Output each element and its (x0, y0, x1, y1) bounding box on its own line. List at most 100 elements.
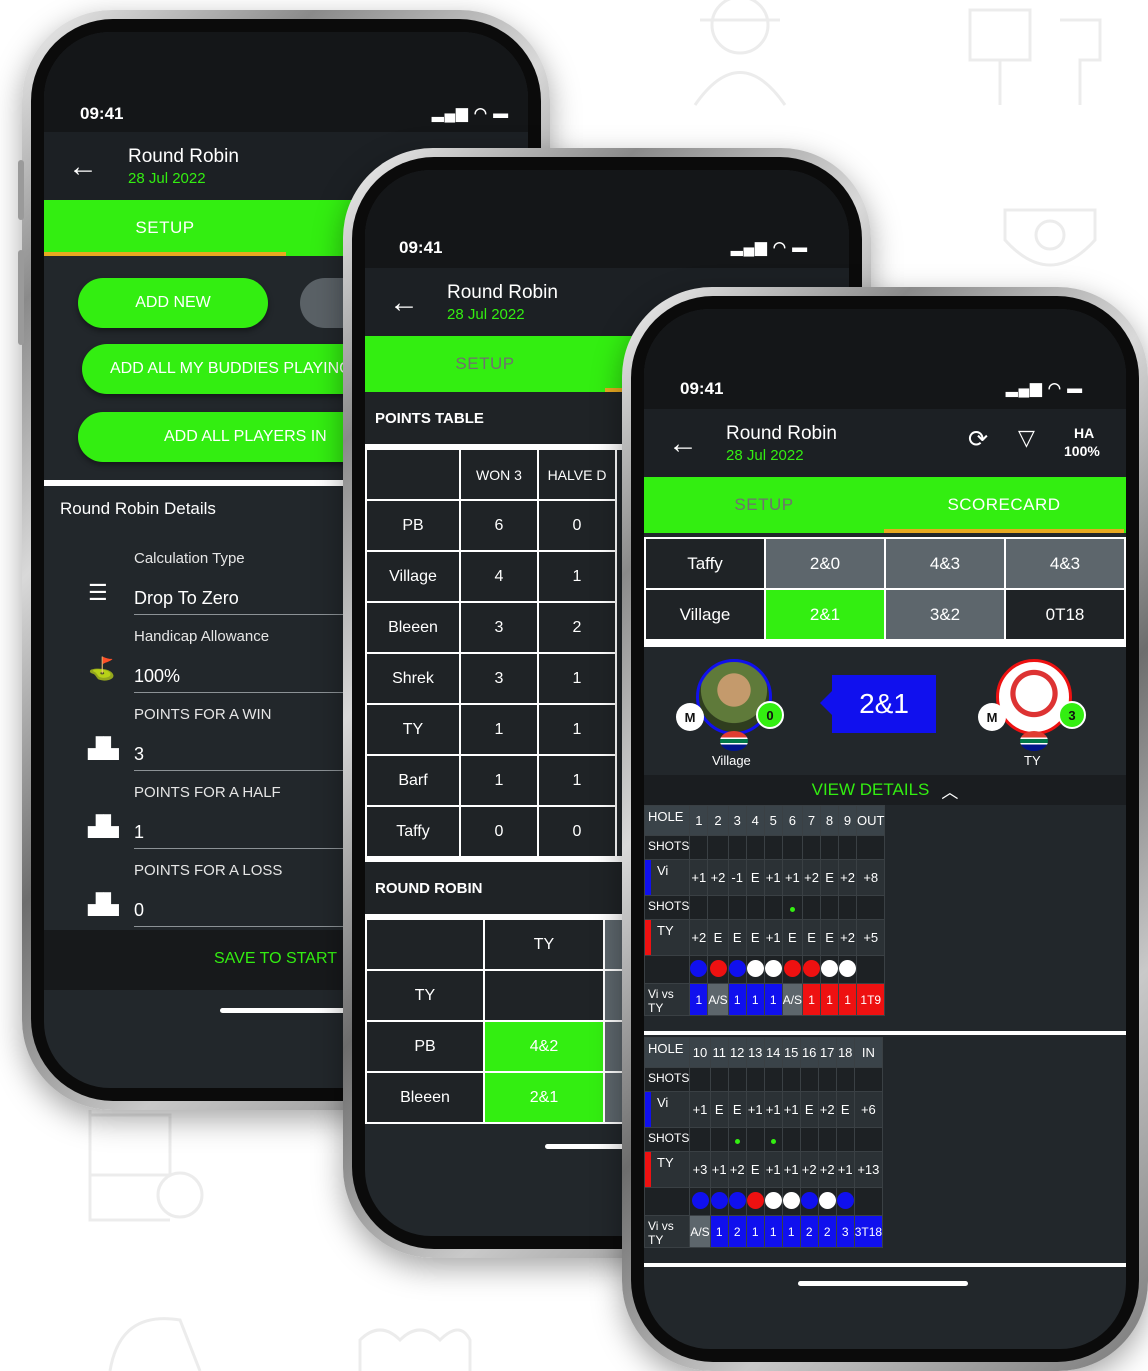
points-table-title: POINTS TABLE (375, 410, 484, 427)
hole-label: HOLE (644, 1037, 691, 1068)
shots-row: SHOTS (644, 835, 886, 860)
handicap-allowance-field[interactable]: 100% (134, 666, 180, 687)
shots-row: SHOTS (644, 1067, 884, 1092)
field-label: POINTS FOR A HALF (134, 784, 281, 801)
result-dots-row (644, 1187, 884, 1216)
hole-result-dot (783, 959, 801, 977)
score-cell: +1 (709, 1151, 729, 1188)
match-status-cell: 2 (799, 1215, 819, 1248)
score-cell: E (727, 1091, 747, 1128)
back-arrow-icon[interactable]: ← (668, 429, 698, 459)
score-cell: +1 (781, 1151, 801, 1188)
tab-scorecard[interactable]: SCORECARD (884, 477, 1124, 533)
table-row: Village 2&1 3&2 0T18 (644, 588, 1126, 641)
tab-setup[interactable]: SETUP (365, 336, 605, 392)
hole-row: HOLE 10 11 12 13 14 15 16 17 18 IN (644, 1037, 884, 1068)
score-row: Vi +1 +2 -1 E +1 +1 +2 E +2 +8 (644, 859, 886, 896)
add-new-button[interactable]: ADD NEW (78, 278, 268, 328)
background-trophy-icon (1003, 208, 1097, 267)
field-label: POINTS FOR A LOSS (134, 862, 283, 879)
hole-result-dot (764, 1191, 782, 1209)
stroke-dot (734, 1138, 740, 1144)
match-status-cell: 1 (763, 983, 783, 1016)
back-arrow-icon[interactable]: ← (68, 152, 98, 182)
score-cell: E (820, 859, 840, 896)
points-half-field[interactable]: 1 (134, 822, 144, 843)
match-status-cell: 2 (817, 1215, 837, 1248)
hole-label: HOLE (644, 805, 691, 836)
score-cell: E (709, 1091, 729, 1128)
status-time: 09:41 (680, 379, 724, 398)
score-cell: +2 (817, 1151, 837, 1188)
shots-row: SHOTS (644, 1127, 884, 1152)
hole-result-dot (821, 959, 839, 977)
save-button[interactable]: SAVE TO START (214, 950, 337, 968)
hole-result-dot (746, 959, 764, 977)
points-loss-field[interactable]: 0 (134, 900, 144, 921)
table-row: TY 1 1 (365, 703, 617, 756)
hole-number: 10 (689, 1037, 711, 1068)
status-icons: ▂▄▆ ◠ ▬ (731, 239, 809, 256)
hole-number: 4 (745, 805, 765, 836)
hole-result-dot (800, 1191, 818, 1209)
score-cell: +2 (799, 1151, 819, 1188)
score-cell: +2 (838, 859, 858, 896)
back-arrow-icon[interactable]: ← (389, 288, 419, 318)
background-golfer-icon (693, 0, 787, 106)
match-status-cell: 1 (763, 1215, 783, 1248)
shots-row: SHOTS (644, 895, 886, 920)
score-cell: +2 (689, 919, 709, 956)
points-table: WON 3 HALVE D PB 6 0 Village 4 1 Bleeen 3 2 Sh… (365, 448, 617, 858)
stroke-dot (789, 906, 795, 912)
view-details-toggle[interactable]: VIEW DETAILS ︿ (644, 775, 1126, 805)
podium-icon: ▟▙ (88, 738, 119, 760)
flag-icon (720, 731, 748, 751)
vs-label: Vi vs TY (644, 983, 691, 1016)
hole-number: 6 (781, 805, 804, 836)
left-player-score: 0 (756, 701, 784, 729)
hole-number: 9 (838, 805, 858, 836)
refresh-icon[interactable]: ⟳ (968, 425, 988, 454)
right-player-score: 3 (1058, 701, 1086, 729)
points-win-field[interactable]: 3 (134, 744, 144, 765)
hole-number: 3 (727, 805, 747, 836)
table-row: Shrek 3 1 (365, 652, 617, 705)
hole-number: 11 (709, 1037, 729, 1068)
hole-number: 18 (835, 1037, 855, 1068)
calculation-type-select[interactable]: Drop To Zero (134, 588, 239, 609)
match-status-cell: A/S (781, 983, 804, 1016)
phone-scorecard: 09:41 ▂▄▆ ◠ ▬ ← Round Robin 28 Jul 2022 … (622, 287, 1148, 1371)
list-icon: ☰ (88, 580, 108, 605)
hole-result-dot (782, 1191, 800, 1209)
tab-setup[interactable]: SETUP (644, 477, 884, 533)
background-hole-flag-icon (88, 1110, 204, 1222)
scorecard-table: HOLE 1 2 3 4 5 6 7 8 9 OUT SHOTS Vi +1 +2 -1 E +1 +1 +2 E +2 +… (644, 805, 886, 1016)
score-cell: -1 (727, 859, 747, 896)
score-row: TY +3 +1 +2 E +1 +1 +2 +2 +1 +13 (644, 1151, 884, 1188)
hole-total-label: IN (853, 1037, 884, 1068)
vs-label: Vi vs TY (644, 1215, 691, 1248)
match-result: 2&1 (832, 675, 936, 733)
background-flag-icon (968, 8, 1102, 105)
hole-number: 14 (763, 1037, 783, 1068)
hole-row: HOLE 1 2 3 4 5 6 7 8 9 OUT (644, 805, 886, 836)
score-cell: E (727, 919, 747, 956)
result-dots-row (644, 955, 886, 984)
hole-total-label: OUT (856, 805, 886, 836)
handicap-allowance-value: 100% (1064, 443, 1100, 459)
tab-setup[interactable]: SETUP (44, 200, 286, 256)
page-title: Round Robin (726, 423, 837, 444)
filter-icon[interactable]: ▽ (1018, 425, 1035, 451)
hole-number: 12 (727, 1037, 747, 1068)
field-label: Handicap Allowance (134, 628, 270, 645)
shots-label: SHOTS (644, 895, 691, 920)
hole-result-dot (709, 959, 727, 977)
scorecard-table: HOLE 10 11 12 13 14 15 16 17 18 IN SHOTS Vi +1 E E +1 +1 +… (644, 1037, 884, 1248)
chevron-up-icon: ︿ (941, 782, 959, 802)
score-cell: E (820, 919, 840, 956)
score-cell: E (707, 919, 729, 956)
view-details-label: VIEW DETAILS (811, 780, 930, 799)
score-cell: E (802, 919, 822, 956)
match-status-cell: 1 (745, 983, 765, 1016)
hole-result-dot (710, 1191, 728, 1209)
